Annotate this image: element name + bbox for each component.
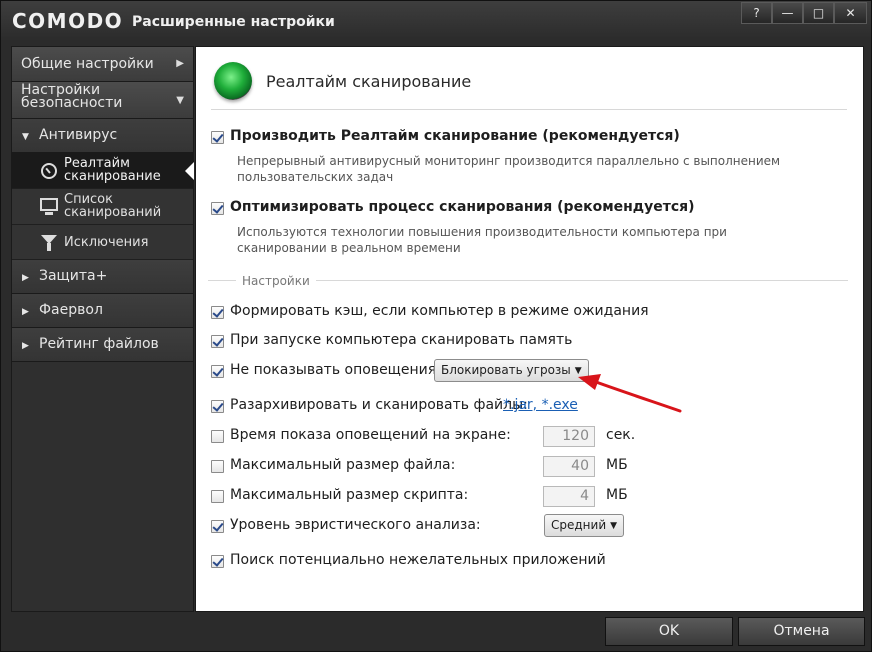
sidebar-item-exclusions[interactable]: Исключения xyxy=(12,225,193,260)
optimize-scan-description: Используются технологии повышения произв… xyxy=(237,225,727,255)
settings-window: COMODO Расширенные настройки ? — □ ✕ Общ… xyxy=(0,0,872,652)
no-alerts-label[interactable]: Не показывать оповещения xyxy=(230,362,436,378)
cancel-button[interactable]: Отмена xyxy=(738,617,865,646)
realtime-scan-description: Непрерывный антивирусный мониторинг прои… xyxy=(237,154,781,184)
alert-time-unit: сек. xyxy=(606,427,636,443)
expanded-triangle-icon: ▼ xyxy=(22,132,29,142)
ok-button[interactable]: OK xyxy=(605,617,733,646)
heuristics-checkbox[interactable] xyxy=(211,520,224,533)
max-file-unit: МБ xyxy=(606,457,628,473)
max-file-input[interactable]: 40 xyxy=(543,456,595,477)
max-script-checkbox[interactable] xyxy=(211,490,224,503)
caret-down-icon: ▼ xyxy=(574,366,582,376)
window-controls: ? — □ ✕ xyxy=(741,2,867,24)
no-alerts-checkbox[interactable] xyxy=(211,365,224,378)
alert-time-input[interactable]: 120 xyxy=(543,426,595,447)
chevron-right-icon: ▶ xyxy=(176,58,184,69)
realtime-scan-checkbox[interactable] xyxy=(211,131,224,144)
realtime-scan-label[interactable]: Производить Реалтайм сканирование (реком… xyxy=(230,128,680,144)
sidebar-item-general[interactable]: Общие настройки ▶ xyxy=(12,47,193,82)
page-title: Реалтайм сканирование xyxy=(266,72,472,91)
sidebar-group-label: Антивирус xyxy=(39,127,118,143)
sidebar-group-firewall[interactable]: ▶ Фаервол xyxy=(12,294,193,328)
sidebar-group-defense[interactable]: ▶ Защита+ xyxy=(12,260,193,294)
sidebar-group-label: Защита+ xyxy=(39,268,108,284)
gauge-icon xyxy=(40,162,58,180)
collapsed-triangle-icon: ▶ xyxy=(22,307,29,317)
file-extensions-link[interactable]: *.jar, *.exe xyxy=(503,397,578,413)
scan-memory-checkbox[interactable] xyxy=(211,335,224,348)
panel-header: Реалтайм сканирование xyxy=(211,61,847,110)
unpack-checkbox[interactable] xyxy=(211,400,224,413)
sidebar-item-label: Исключения xyxy=(64,235,149,250)
dropdown-value: Средний xyxy=(551,518,607,532)
optimize-scan-checkbox[interactable] xyxy=(211,202,224,215)
alert-action-dropdown[interactable]: Блокировать угрозы ▼ xyxy=(434,359,589,382)
max-script-unit: МБ xyxy=(606,487,628,503)
sidebar-item-label: безопасности xyxy=(21,95,123,111)
sidebar-group-label: Фаервол xyxy=(39,302,103,318)
pua-checkbox[interactable] xyxy=(211,555,224,568)
sidebar-item-label: Общие настройки xyxy=(21,56,154,72)
alert-time-label[interactable]: Время показа оповещений на экране: xyxy=(230,427,511,443)
pua-label[interactable]: Поиск потенциально нежелательных приложе… xyxy=(230,552,606,568)
collapsed-triangle-icon: ▶ xyxy=(22,341,29,351)
filter-icon xyxy=(40,233,58,251)
max-file-label[interactable]: Максимальный размер файла: xyxy=(230,457,455,473)
heuristics-level-dropdown[interactable]: Средний ▼ xyxy=(544,514,625,537)
heuristics-label[interactable]: Уровень эвристического анализа: xyxy=(230,517,481,533)
max-file-checkbox[interactable] xyxy=(211,460,224,473)
window-title: Расширенные настройки xyxy=(132,14,335,30)
chevron-down-icon: ▼ xyxy=(176,95,184,106)
section-label: Настройки xyxy=(236,274,316,288)
maximize-button[interactable]: □ xyxy=(803,2,834,24)
title-bar[interactable]: COMODO Расширенные настройки ? — □ ✕ xyxy=(1,1,871,43)
radar-icon xyxy=(214,62,252,100)
close-button[interactable]: ✕ xyxy=(834,2,867,24)
unpack-label[interactable]: Разархивировать и сканировать файлы: xyxy=(230,397,528,413)
help-button[interactable]: ? xyxy=(741,2,772,24)
dropdown-value: Блокировать угрозы xyxy=(441,363,571,377)
sidebar-item-label: сканирование xyxy=(64,169,161,184)
sidebar-item-security[interactable]: Настройки безопасности ▼ xyxy=(12,82,193,119)
cache-checkbox[interactable] xyxy=(211,306,224,319)
sidebar-item-realtime-scan[interactable]: Реалтайм сканирование xyxy=(12,153,193,189)
minimize-button[interactable]: — xyxy=(772,2,803,24)
caret-down-icon: ▼ xyxy=(610,521,618,531)
sidebar-group-file-rating[interactable]: ▶ Рейтинг файлов xyxy=(12,328,193,362)
sidebar-item-label: сканирований xyxy=(64,205,162,220)
monitor-icon xyxy=(40,197,58,216)
sidebar-item-scan-list[interactable]: Список сканирований xyxy=(12,189,193,225)
optimize-scan-label[interactable]: Оптимизировать процесс сканирования (рек… xyxy=(230,199,695,215)
alert-time-checkbox[interactable] xyxy=(211,430,224,443)
collapsed-triangle-icon: ▶ xyxy=(22,273,29,283)
settings-panel: Реалтайм сканирование Производить Реалта… xyxy=(195,46,864,612)
max-script-label[interactable]: Максимальный размер скрипта: xyxy=(230,487,468,503)
scan-memory-label[interactable]: При запуске компьютера сканировать памят… xyxy=(230,332,572,348)
comodo-logo: COMODO xyxy=(12,9,124,33)
max-script-input[interactable]: 4 xyxy=(543,486,595,507)
cache-label[interactable]: Формировать кэш, если компьютер в режиме… xyxy=(230,303,649,319)
sidebar-group-label: Рейтинг файлов xyxy=(39,336,159,352)
sidebar-nav: Общие настройки ▶ Настройки безопасности… xyxy=(11,46,194,612)
sidebar-group-antivirus[interactable]: ▼ Антивирус xyxy=(12,119,193,153)
